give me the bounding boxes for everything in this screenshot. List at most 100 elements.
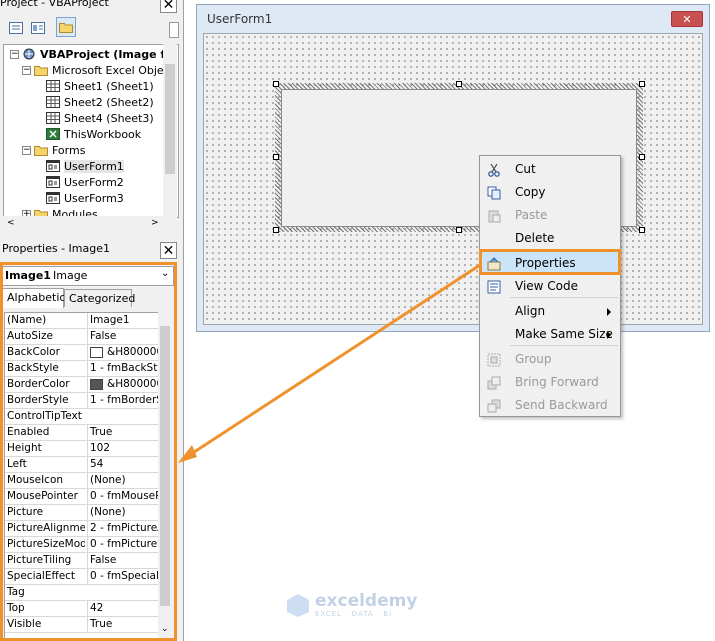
- menu-item-copy[interactable]: Copy: [481, 181, 619, 203]
- resize-handle[interactable]: [456, 81, 462, 87]
- menu-item-label: Copy: [515, 185, 546, 199]
- tree-item[interactable]: UserForm3: [46, 190, 124, 206]
- property-row[interactable]: PictureSizeMode 0 - fmPictureSi: [5, 537, 159, 553]
- property-value[interactable]: False: [87, 553, 159, 568]
- tree-item-label: Sheet2 (Sheet2): [64, 95, 154, 109]
- resize-handle[interactable]: [273, 227, 279, 233]
- property-value[interactable]: 1 - fmBorderSt: [87, 393, 159, 408]
- tree-horizontal-scrollbar[interactable]: < >: [3, 216, 177, 230]
- menu-item-align[interactable]: Align: [481, 300, 619, 322]
- view-code-toolbar-button[interactable]: [6, 18, 26, 38]
- property-row[interactable]: BorderStyle 1 - fmBorderSt: [5, 393, 159, 409]
- tree-item[interactable]: Sheet1 (Sheet1): [46, 78, 154, 94]
- menu-item-send-backward[interactable]: Send Backward: [481, 394, 619, 416]
- property-value[interactable]: 1 - fmBackStyle: [87, 361, 159, 376]
- object-selector[interactable]: Image1 Image ⌄: [2, 266, 174, 286]
- tree-item[interactable]: UserForm2: [46, 174, 124, 190]
- property-row[interactable]: BorderColor&H8000000: [5, 377, 159, 393]
- tree-item[interactable]: ThisWorkbook: [46, 126, 141, 142]
- tree-item[interactable]: UserForm1: [46, 158, 124, 174]
- property-row[interactable]: Top 42: [5, 601, 159, 617]
- property-row[interactable]: AutoSize False: [5, 329, 159, 345]
- property-row[interactable]: MouseIcon (None): [5, 473, 159, 489]
- property-value[interactable]: Image1: [87, 313, 159, 328]
- tree-item[interactable]: Sheet2 (Sheet2): [46, 94, 154, 110]
- properties-scroll-thumb[interactable]: [160, 326, 170, 606]
- property-value[interactable]: &H8000000: [87, 345, 159, 360]
- tab-alphabetic[interactable]: Alphabetic: [2, 288, 65, 308]
- property-value[interactable]: 0 - fmPictureSi: [87, 537, 159, 552]
- menu-item-group[interactable]: Group: [481, 348, 619, 370]
- project-close-button[interactable]: ✕: [160, 0, 177, 13]
- property-value[interactable]: True: [87, 425, 159, 440]
- property-row[interactable]: (Name) Image1: [5, 313, 159, 329]
- tree-item[interactable]: − Microsoft Excel Obje: [22, 62, 164, 78]
- property-row[interactable]: Visible True: [5, 617, 159, 633]
- resize-handle[interactable]: [273, 81, 279, 87]
- tree-item-label: UserForm3: [64, 191, 124, 205]
- property-row[interactable]: Left 54: [5, 457, 159, 473]
- property-row[interactable]: BackStyle 1 - fmBackStyle: [5, 361, 159, 377]
- property-row[interactable]: BackColor&H8000000: [5, 345, 159, 361]
- property-value[interactable]: &H8000000: [87, 377, 159, 392]
- property-row[interactable]: PictureAlignment 2 - fmPictureAl: [5, 521, 159, 537]
- tab-categorized[interactable]: Categorized: [64, 289, 135, 307]
- property-name: Enabled: [7, 426, 50, 438]
- scroll-right-arrow-icon[interactable]: >: [151, 218, 159, 228]
- menu-item-delete[interactable]: Delete: [481, 227, 619, 249]
- toolbar-overflow[interactable]: [169, 22, 179, 38]
- view-object-toolbar-button[interactable]: [28, 18, 48, 38]
- object-type: Image: [53, 269, 88, 282]
- collapse-icon[interactable]: −: [22, 65, 31, 75]
- collapse-icon[interactable]: −: [10, 49, 19, 59]
- resize-handle[interactable]: [639, 154, 645, 160]
- property-row[interactable]: MousePointer 0 - fmMousePo: [5, 489, 159, 505]
- property-value[interactable]: (None): [87, 473, 159, 488]
- menu-item-make-same-size[interactable]: Make Same Size: [481, 323, 619, 345]
- property-value-text: False: [90, 330, 117, 342]
- property-value[interactable]: False: [87, 329, 159, 344]
- property-name: BackStyle: [7, 362, 59, 374]
- property-value-text: 0 - fmMousePo: [90, 490, 160, 502]
- tree-item[interactable]: − Forms: [22, 142, 85, 158]
- tree-item-label: Forms: [52, 143, 86, 157]
- tree-item[interactable]: Sheet4 (Sheet3): [46, 110, 154, 126]
- tree-vertical-scrollbar[interactable]: [163, 44, 177, 216]
- property-row[interactable]: SpecialEffect 0 - fmSpecialEf: [5, 569, 159, 585]
- menu-item-paste[interactable]: Paste: [481, 204, 619, 226]
- property-value[interactable]: 42: [87, 601, 159, 616]
- tree-scroll-thumb[interactable]: [165, 64, 175, 174]
- property-value[interactable]: (None): [87, 505, 159, 520]
- property-row[interactable]: PictureTiling False: [5, 553, 159, 569]
- menu-item-bring-forward[interactable]: Bring Forward: [481, 371, 619, 393]
- collapse-icon[interactable]: −: [22, 145, 31, 155]
- resize-handle[interactable]: [639, 227, 645, 233]
- property-row[interactable]: Enabled True: [5, 425, 159, 441]
- property-row[interactable]: ControlTipText: [5, 409, 159, 425]
- menu-item-cut[interactable]: Cut: [481, 158, 619, 180]
- view-object-icon: [31, 22, 45, 34]
- userform-close-button[interactable]: ✕: [671, 11, 703, 27]
- resize-handle[interactable]: [273, 154, 279, 160]
- scroll-down-arrow-icon[interactable]: ⌄: [161, 624, 169, 634]
- property-row[interactable]: Tag: [5, 585, 159, 601]
- userform-icon: [46, 160, 60, 172]
- menu-item-view-code[interactable]: View Code: [481, 275, 619, 297]
- toggle-folders-button[interactable]: [56, 17, 76, 37]
- tree-item[interactable]: − VBAProject (Image f: [10, 46, 165, 62]
- menu-item-properties[interactable]: Properties: [481, 252, 619, 274]
- property-value[interactable]: True: [87, 617, 159, 632]
- property-value[interactable]: 102: [87, 441, 159, 456]
- property-name: ControlTipText: [7, 410, 82, 422]
- property-value[interactable]: 2 - fmPictureAl: [87, 521, 159, 536]
- scroll-left-arrow-icon[interactable]: <: [7, 218, 15, 228]
- resize-handle[interactable]: [456, 227, 462, 233]
- sheet-icon: [46, 96, 60, 108]
- property-value[interactable]: 0 - fmSpecialEf: [87, 569, 159, 584]
- property-row[interactable]: Picture (None): [5, 505, 159, 521]
- property-value-text: True: [90, 618, 113, 630]
- property-row[interactable]: Height 102: [5, 441, 159, 457]
- property-value[interactable]: 54: [87, 457, 159, 472]
- resize-handle[interactable]: [639, 81, 645, 87]
- property-value[interactable]: 0 - fmMousePo: [87, 489, 160, 504]
